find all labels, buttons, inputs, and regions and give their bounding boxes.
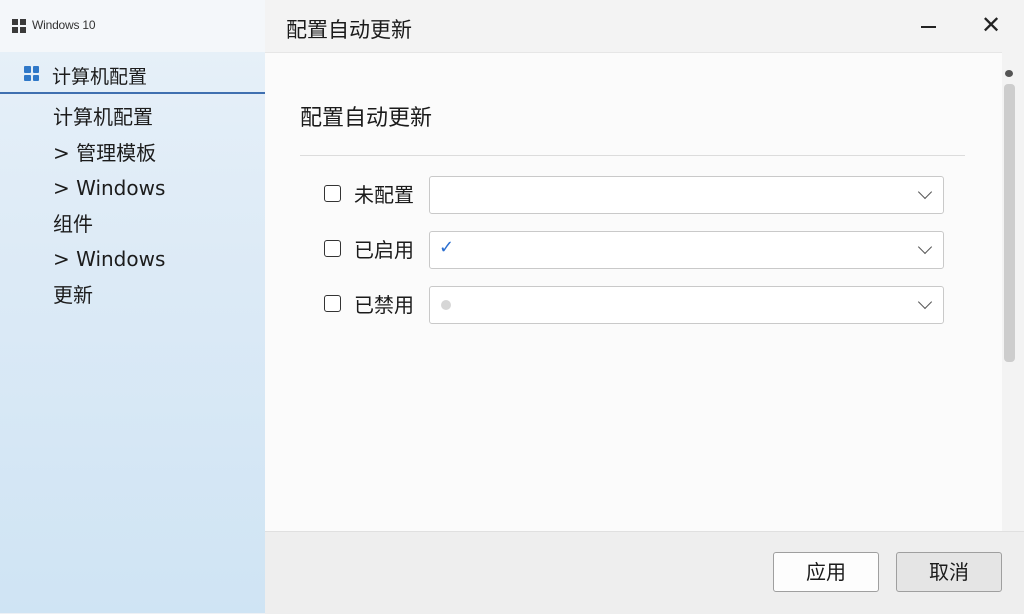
windows-logo-icon — [12, 19, 26, 33]
tree-item-windows-components[interactable]: > Windows — [53, 171, 258, 207]
enabled-label: 已启用 — [354, 238, 414, 262]
dialog-title: 配置自动更新 — [286, 18, 412, 42]
not-configured-label: 未配置 — [354, 183, 414, 207]
disabled-dropdown[interactable] — [429, 286, 944, 324]
tree-item-admin-templates[interactable]: > 管理模板 — [53, 136, 258, 172]
app-title: Windows 10 — [32, 18, 96, 32]
scroll-thumb[interactable] — [1004, 84, 1015, 362]
divider — [300, 155, 965, 156]
tree-item-windows-update[interactable]: > Windows — [53, 242, 258, 278]
vertical-scrollbar[interactable] — [1002, 62, 1017, 365]
tree-item-windows-components-cont: 组件 — [53, 211, 93, 236]
option-disabled: 已禁用 — [324, 286, 944, 324]
dialog-titlebar: 配置自动更新 ✕ — [265, 0, 1024, 52]
sidebar-header-label: 计算机配置 — [52, 66, 148, 88]
sidebar-tree: 计算机配置 > 管理模板 > Windows 组件 > Windows 更新 — [53, 100, 258, 313]
cancel-button[interactable]: 取消 — [896, 552, 1002, 592]
tree-item-windows-update-cont: 更新 — [53, 282, 93, 307]
disabled-label: 已禁用 — [354, 293, 414, 317]
chevron-down-icon — [917, 239, 933, 255]
check-icon: ✓ — [439, 237, 455, 258]
minimize-icon[interactable] — [913, 10, 945, 42]
tree-item-computer-config[interactable]: 计算机配置 — [53, 100, 258, 136]
disabled-checkbox[interactable] — [324, 295, 341, 312]
scroll-up-icon[interactable] — [1005, 70, 1013, 77]
sidebar-header[interactable]: 计算机配置 — [0, 55, 265, 94]
option-enabled: 已启用 ✓ — [324, 231, 944, 269]
apply-button[interactable]: 应用 — [773, 552, 879, 592]
option-not-configured: 未配置 — [324, 176, 944, 214]
computer-config-icon — [24, 66, 39, 81]
enabled-dropdown[interactable]: ✓ — [429, 231, 944, 269]
section-heading: 配置自动更新 — [300, 106, 433, 131]
enabled-checkbox[interactable] — [324, 240, 341, 257]
app-titlebar: Windows 10 — [0, 0, 265, 52]
sidebar: Windows 10 计算机配置 计算机配置 > 管理模板 > Windows … — [0, 0, 265, 613]
dialog-panel: 配置自动更新 ✕ 配置自动更新 未配置 已启用 ✓ 已禁用 应用 取消 — [265, 0, 1024, 614]
dialog-footer: 应用 取消 — [265, 531, 1024, 614]
dialog-content: 配置自动更新 未配置 已启用 ✓ 已禁用 — [265, 52, 1002, 531]
not-configured-dropdown[interactable] — [429, 176, 944, 214]
chevron-down-icon — [917, 294, 933, 310]
chevron-down-icon — [917, 184, 933, 200]
dot-icon — [441, 300, 451, 310]
not-configured-checkbox[interactable] — [324, 185, 341, 202]
close-icon[interactable]: ✕ — [975, 8, 1007, 42]
